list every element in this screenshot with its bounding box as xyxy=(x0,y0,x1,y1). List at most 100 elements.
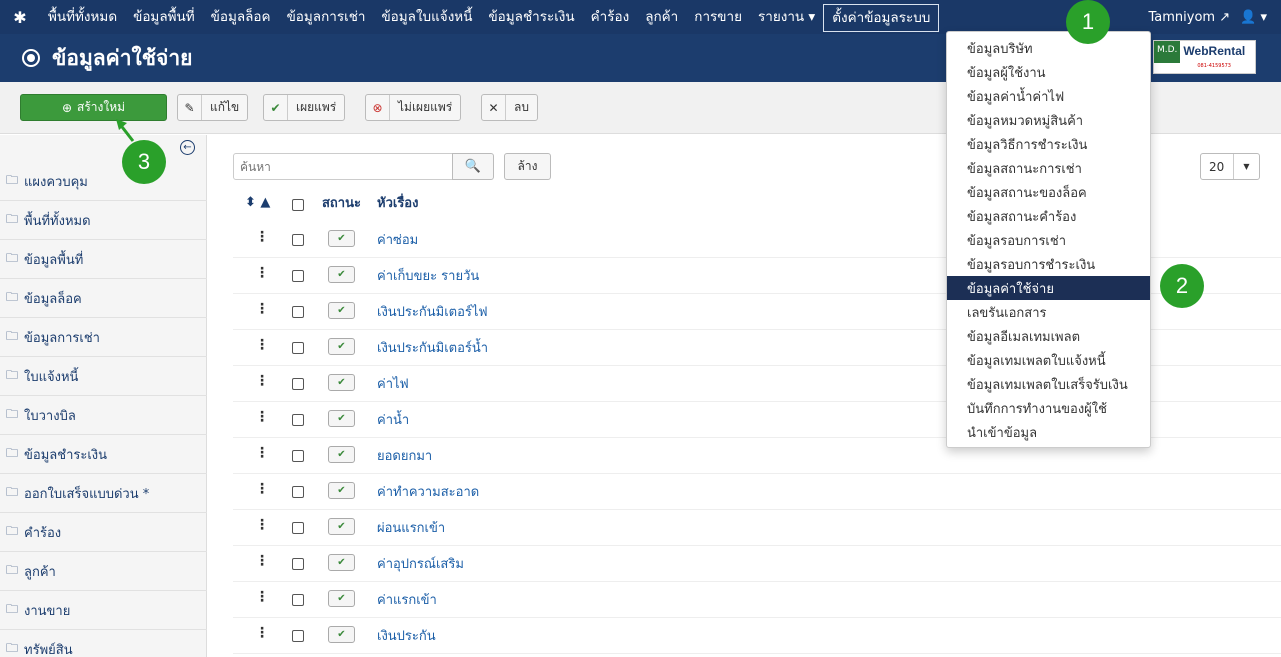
row-checkbox[interactable] xyxy=(292,522,304,534)
delete-button[interactable]: ✕ ลบ xyxy=(481,94,538,121)
published-status-icon[interactable]: ✔ xyxy=(328,482,355,499)
row-title-link[interactable]: ค่าอุปกรณ์เสริม xyxy=(377,553,464,574)
published-status-icon[interactable]: ✔ xyxy=(328,230,355,247)
row-checkbox[interactable] xyxy=(292,342,304,354)
list-limit-select[interactable]: 20 ▼ xyxy=(1200,153,1260,180)
sidebar-item-billing[interactable]: 🗀 ใบวางบิล xyxy=(0,396,207,435)
drag-handle-icon[interactable]: ⋮ xyxy=(255,409,269,425)
dropdown-item-user-activity-log[interactable]: บันทึกการทำงานของผู้ใช้ xyxy=(947,396,1150,420)
search-button[interactable]: 🔍 xyxy=(452,153,494,180)
drag-handle-icon[interactable]: ⋮ xyxy=(255,553,269,569)
row-checkbox[interactable] xyxy=(292,630,304,642)
row-checkbox[interactable] xyxy=(292,270,304,282)
row-checkbox[interactable] xyxy=(292,306,304,318)
new-button[interactable]: ⊕ สร้างใหม่ xyxy=(20,94,167,121)
row-title-link[interactable]: เงินประกัน xyxy=(377,625,436,646)
dropdown-item-utility-rates[interactable]: ข้อมูลค่าน้ำค่าไฟ xyxy=(947,84,1150,108)
clear-button[interactable]: ล้าง xyxy=(504,153,551,180)
drag-handle-icon[interactable]: ⋮ xyxy=(255,445,269,461)
dropdown-item-receipt-templates[interactable]: ข้อมูลเทมเพลตใบเสร็จรับเงิน xyxy=(947,372,1150,396)
sidebar-item-payments[interactable]: 🗀 ข้อมูลชำระเงิน xyxy=(0,435,207,474)
menu-requests[interactable]: คำร้อง xyxy=(583,0,638,34)
published-status-icon[interactable]: ✔ xyxy=(328,302,355,319)
dropdown-item-email-templates[interactable]: ข้อมูลอีเมลเทมเพลต xyxy=(947,324,1150,348)
dropdown-item-rental-status[interactable]: ข้อมูลสถานะการเช่า xyxy=(947,156,1150,180)
sidebar-collapse-icon[interactable]: ← xyxy=(180,140,195,155)
drag-handle-icon[interactable]: ⋮ xyxy=(255,337,269,353)
menu-area-data[interactable]: ข้อมูลพื้นที่ xyxy=(125,0,203,34)
dropdown-item-import-data[interactable]: นำเข้าข้อมูล xyxy=(947,420,1150,444)
menu-sales[interactable]: การขาย xyxy=(686,0,750,34)
row-checkbox[interactable] xyxy=(292,378,304,390)
sidebar-item-customers[interactable]: 🗀 ลูกค้า xyxy=(0,552,207,591)
published-status-icon[interactable]: ✔ xyxy=(328,590,355,607)
sidebar-item-all-areas[interactable]: 🗀 พื้นที่ทั้งหมด xyxy=(0,201,207,240)
published-status-icon[interactable]: ✔ xyxy=(328,518,355,535)
user-menu-toggle[interactable]: 👤 ▾ xyxy=(1240,10,1267,25)
drag-handle-icon[interactable]: ⋮ xyxy=(255,517,269,533)
row-checkbox[interactable] xyxy=(292,486,304,498)
row-title-link[interactable]: ผ่อนแรกเข้า xyxy=(377,517,445,538)
title-column-header[interactable]: หัวเรื่อง xyxy=(377,188,418,216)
drag-handle-icon[interactable]: ⋮ xyxy=(255,589,269,605)
joomla-logo-icon[interactable]: ✱ xyxy=(0,0,40,34)
published-status-icon[interactable]: ✔ xyxy=(328,626,355,643)
drag-handle-icon[interactable]: ⋮ xyxy=(255,373,269,389)
drag-handle-icon[interactable]: ⋮ xyxy=(255,481,269,497)
row-checkbox[interactable] xyxy=(292,414,304,426)
sidebar-item-quick-receipt[interactable]: 🗀 ออกใบเสร็จแบบด่วน * xyxy=(0,474,207,513)
drag-handle-icon[interactable]: ⋮ xyxy=(255,265,269,281)
sidebar-item-assets[interactable]: 🗀 ทรัพย์สิน xyxy=(0,630,207,657)
published-status-icon[interactable]: ✔ xyxy=(328,410,355,427)
row-title-link[interactable]: ค่าเก็บขยะ รายวัน xyxy=(377,265,479,286)
sidebar-item-area-data[interactable]: 🗀 ข้อมูลพื้นที่ xyxy=(0,240,207,279)
published-status-icon[interactable]: ✔ xyxy=(328,446,355,463)
drag-handle-icon[interactable]: ⋮ xyxy=(255,301,269,317)
menu-payment-data[interactable]: ข้อมูลชำระเงิน xyxy=(480,0,582,34)
sidebar-item-dashboard[interactable]: 🗀 แผงควบคุม xyxy=(0,162,207,201)
menu-system-settings[interactable]: ตั้งค่าข้อมูลระบบ xyxy=(823,3,940,32)
unpublish-button[interactable]: ⊗ ไม่เผยแพร่ xyxy=(365,94,462,121)
menu-invoice-data[interactable]: ข้อมูลใบแจ้งหนี้ xyxy=(373,0,480,34)
published-status-icon[interactable]: ✔ xyxy=(328,338,355,355)
menu-rental-data[interactable]: ข้อมูลการเช่า xyxy=(279,0,374,34)
dropdown-item-company[interactable]: ข้อมูลบริษัท xyxy=(947,36,1150,60)
dropdown-item-lock-status[interactable]: ข้อมูลสถานะของล็อค xyxy=(947,180,1150,204)
status-column-header[interactable]: สถานะ xyxy=(322,188,361,216)
published-status-icon[interactable]: ✔ xyxy=(328,266,355,283)
row-title-link[interactable]: ค่าทำความสะอาด xyxy=(377,481,479,502)
sidebar-item-lock-data[interactable]: 🗀 ข้อมูลล็อค xyxy=(0,279,207,318)
sidebar-item-rental-data[interactable]: 🗀 ข้อมูลการเช่า xyxy=(0,318,207,357)
menu-all-areas[interactable]: พื้นที่ทั้งหมด xyxy=(40,0,125,34)
sidebar-item-sales[interactable]: 🗀 งานขาย xyxy=(0,591,207,630)
row-title-link[interactable]: ค่าแรกเข้า xyxy=(377,589,437,610)
dropdown-item-users[interactable]: ข้อมูลผู้ใช้งาน xyxy=(947,60,1150,84)
dropdown-item-invoice-templates[interactable]: ข้อมูลเทมเพลตใบแจ้งหนี้ xyxy=(947,348,1150,372)
dropdown-item-document-numbers[interactable]: เลขรันเอกสาร xyxy=(947,300,1150,324)
user-link[interactable]: Tamniyom ↗ xyxy=(1149,10,1231,25)
sidebar-item-requests[interactable]: 🗀 คำร้อง xyxy=(0,513,207,552)
row-title-link[interactable]: เงินประกันมิเตอร์ไฟ xyxy=(377,301,488,322)
dropdown-item-payment-methods[interactable]: ข้อมูลวิธีการชำระเงิน xyxy=(947,132,1150,156)
drag-handle-icon[interactable]: ⋮ xyxy=(255,229,269,245)
published-status-icon[interactable]: ✔ xyxy=(328,554,355,571)
row-checkbox[interactable] xyxy=(292,450,304,462)
dropdown-item-request-status[interactable]: ข้อมูลสถานะคำร้อง xyxy=(947,204,1150,228)
row-checkbox[interactable] xyxy=(292,234,304,246)
dropdown-item-product-categories[interactable]: ข้อมูลหมวดหมู่สินค้า xyxy=(947,108,1150,132)
row-title-link[interactable]: ค่าซ่อม xyxy=(377,229,418,250)
menu-customers[interactable]: ลูกค้า xyxy=(637,0,686,34)
edit-button[interactable]: ✎ แก้ไข xyxy=(177,94,249,121)
dropdown-item-payment-cycles[interactable]: ข้อมูลรอบการชำระเงิน xyxy=(947,252,1150,276)
row-title-link[interactable]: เงินประกันมิเตอร์น้ำ xyxy=(377,337,488,358)
publish-button[interactable]: ✔ เผยแพร่ xyxy=(263,94,346,121)
row-checkbox[interactable] xyxy=(292,558,304,570)
select-all-checkbox[interactable] xyxy=(292,199,304,211)
search-input[interactable] xyxy=(233,153,453,180)
menu-lock-data[interactable]: ข้อมูลล็อค xyxy=(203,0,279,34)
row-title-link[interactable]: ค่าน้ำ xyxy=(377,409,409,430)
dropdown-item-rental-cycles[interactable]: ข้อมูลรอบการเช่า xyxy=(947,228,1150,252)
menu-reports[interactable]: รายงาน ▾ xyxy=(750,0,823,34)
row-title-link[interactable]: ค่าไฟ xyxy=(377,373,409,394)
row-checkbox[interactable] xyxy=(292,594,304,606)
